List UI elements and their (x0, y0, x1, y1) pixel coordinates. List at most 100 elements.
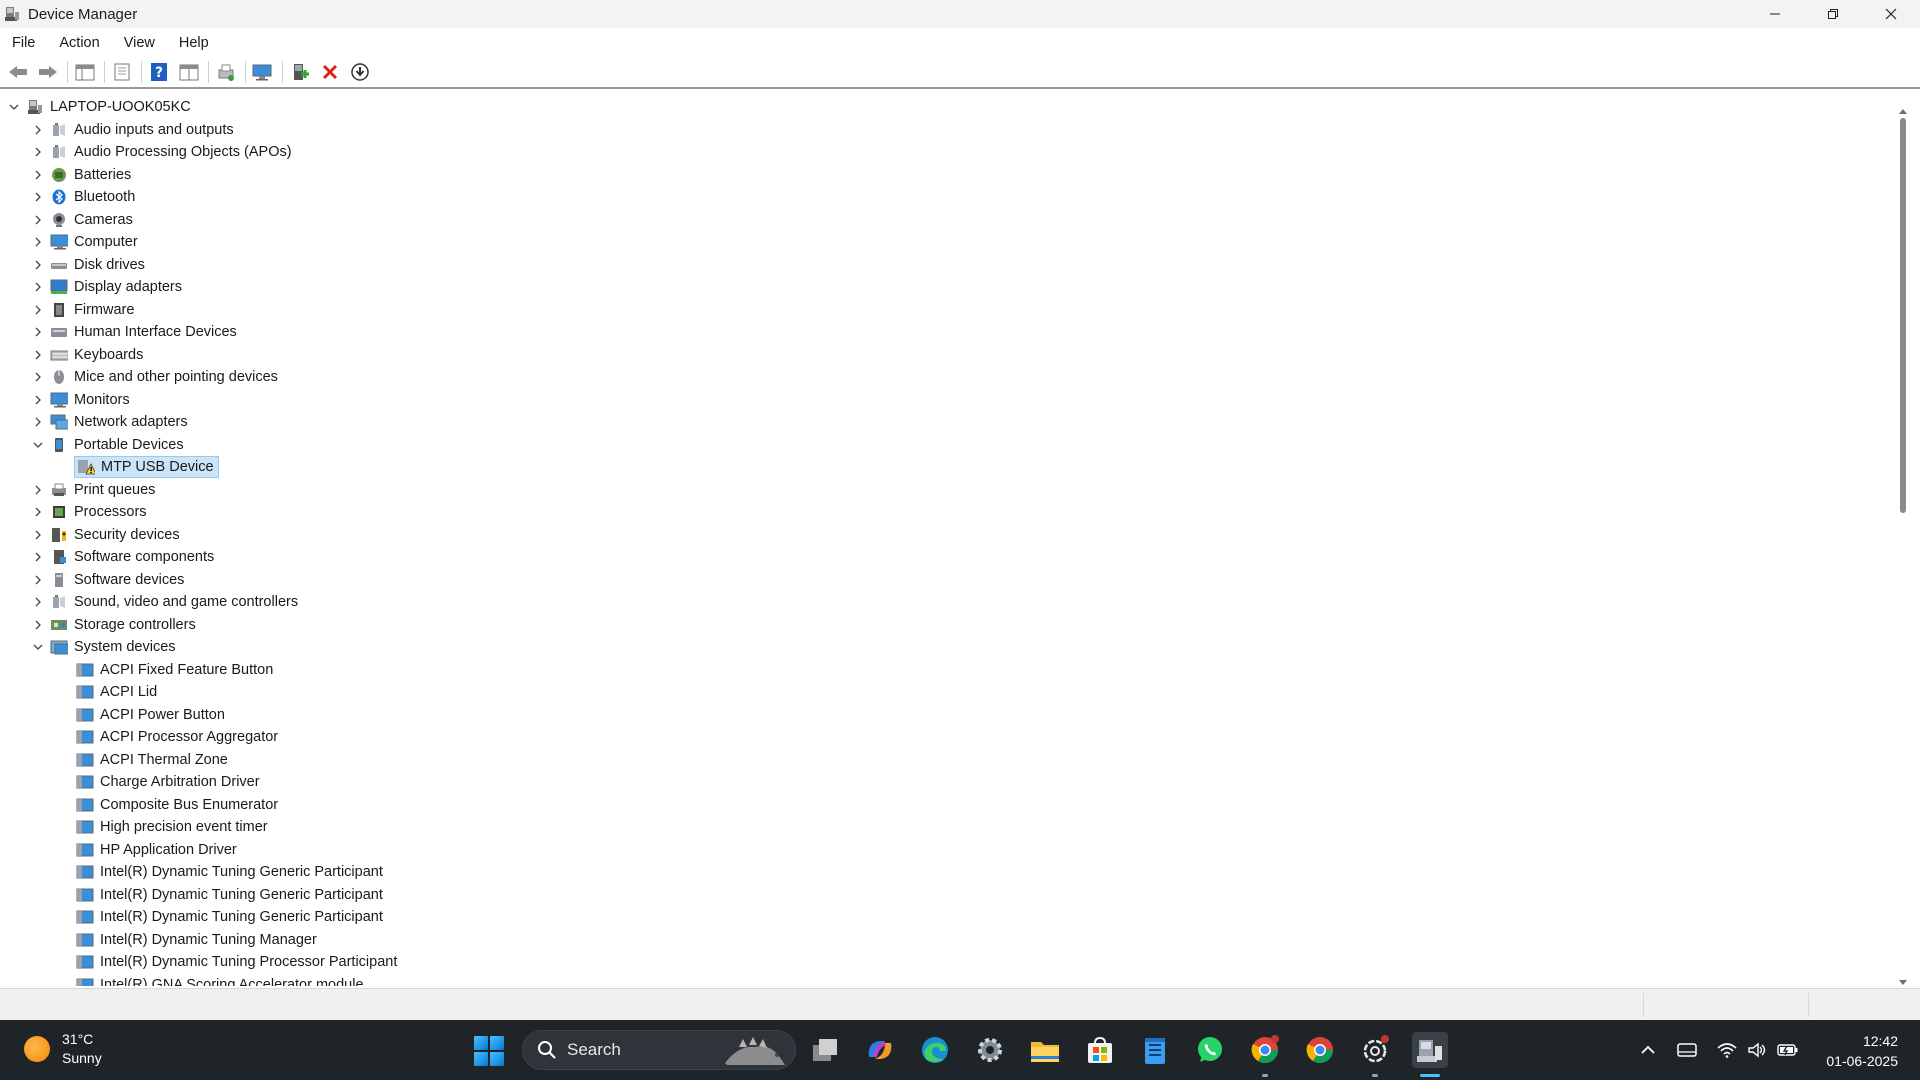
expand-toggle[interactable] (30, 527, 46, 543)
tree-category-keyboards[interactable]: Keyboards (30, 344, 143, 366)
expand-toggle[interactable] (30, 482, 46, 498)
tree-device-intel-r-dynamic-tuning-generic-participant[interactable]: Intel(R) Dynamic Tuning Generic Particip… (76, 884, 383, 906)
tree-category-portable-devices[interactable]: Portable Devices (30, 434, 184, 456)
tree-category-bluetooth[interactable]: Bluetooth (30, 186, 135, 208)
tree-device-intel-r-dynamic-tuning-generic-participant[interactable]: Intel(R) Dynamic Tuning Generic Particip… (76, 906, 383, 928)
uninstall-device-button[interactable] (316, 58, 344, 86)
device-manager-taskbar-button[interactable] (1412, 1032, 1448, 1068)
collapse-toggle[interactable] (6, 99, 22, 115)
scroll-down-icon[interactable] (1899, 974, 1907, 985)
taskbar-search[interactable]: Search (522, 1030, 796, 1070)
expand-toggle[interactable] (30, 302, 46, 318)
tree-device-charge-arbitration-driver[interactable]: Charge Arbitration Driver (76, 771, 260, 793)
tree-category-security-devices[interactable]: Security devices (30, 524, 180, 546)
menu-action[interactable]: Action (47, 35, 111, 51)
edge-button[interactable] (917, 1032, 953, 1068)
selected-item-highlight[interactable]: MTP USB Device (74, 456, 219, 478)
chatgpt-button[interactable] (1357, 1032, 1393, 1068)
expand-toggle[interactable] (30, 144, 46, 160)
tree-device-acpi-lid[interactable]: ACPI Lid (76, 681, 157, 703)
keyboard-layout-button[interactable] (1676, 1038, 1698, 1062)
tree-category-monitors[interactable]: Monitors (30, 389, 130, 411)
properties-button[interactable] (108, 58, 136, 86)
menu-file[interactable]: File (0, 35, 47, 51)
tree-category-cameras[interactable]: Cameras (30, 209, 133, 231)
start-button[interactable] (474, 1036, 504, 1066)
tree-category-software-devices[interactable]: Software devices (30, 569, 184, 591)
expand-toggle[interactable] (30, 414, 46, 430)
volume-button[interactable] (1746, 1038, 1768, 1062)
taskbar-clock[interactable]: 12:42 01-06-2025 (1826, 1031, 1898, 1071)
show-view-button[interactable] (175, 58, 203, 86)
settings-button[interactable] (972, 1032, 1008, 1068)
tree-device-high-precision-event-timer[interactable]: High precision event timer (76, 816, 268, 838)
expand-toggle[interactable] (30, 122, 46, 138)
tree-device-hp-application-driver[interactable]: HP Application Driver (76, 839, 237, 861)
chrome-button-1[interactable] (1247, 1032, 1283, 1068)
tree-category-firmware[interactable]: Firmware (30, 299, 134, 321)
tree-category-audio-inputs-and-outputs[interactable]: Audio inputs and outputs (30, 119, 234, 141)
chrome-button-2[interactable] (1302, 1032, 1338, 1068)
expand-toggle[interactable] (30, 167, 46, 183)
close-button[interactable] (1862, 0, 1920, 28)
tree-category-display-adapters[interactable]: Display adapters (30, 276, 182, 298)
expand-toggle[interactable] (30, 392, 46, 408)
expand-toggle[interactable] (30, 324, 46, 340)
tree-device-mtp-usb-device[interactable]: MTP USB Device (74, 456, 219, 478)
scan-hardware-button[interactable] (249, 58, 277, 86)
expand-toggle[interactable] (30, 369, 46, 385)
collapse-toggle[interactable] (30, 639, 46, 655)
tree-device-acpi-processor-aggregator[interactable]: ACPI Processor Aggregator (76, 726, 278, 748)
weather-widget[interactable]: 31°C Sunny (24, 1030, 102, 1068)
tree-device-intel-r-gna-scoring-accelerator-module[interactable]: Intel(R) GNA Scoring Accelerator module (76, 974, 364, 986)
print-button[interactable] (212, 58, 240, 86)
help-button[interactable]: ? (145, 58, 173, 86)
expand-toggle[interactable] (30, 189, 46, 205)
update-driver-button[interactable] (286, 58, 314, 86)
tree-category-human-interface-devices[interactable]: Human Interface Devices (30, 321, 237, 343)
tree-root[interactable]: LAPTOP-UOOK05KC (6, 96, 191, 118)
tree-category-software-components[interactable]: Software components (30, 546, 214, 568)
tree-category-network-adapters[interactable]: Network adapters (30, 411, 188, 433)
tree-device-intel-r-dynamic-tuning-manager[interactable]: Intel(R) Dynamic Tuning Manager (76, 929, 317, 951)
vertical-scrollbar[interactable] (1900, 118, 1906, 513)
expand-toggle[interactable] (30, 279, 46, 295)
tree-category-sound-video-and-game-controllers[interactable]: Sound, video and game controllers (30, 591, 298, 613)
tree-category-disk-drives[interactable]: Disk drives (30, 254, 145, 276)
tree-category-processors[interactable]: Processors (30, 501, 147, 523)
expand-toggle[interactable] (30, 572, 46, 588)
expand-toggle[interactable] (30, 617, 46, 633)
expand-toggle[interactable] (30, 347, 46, 363)
menu-help[interactable]: Help (167, 35, 221, 51)
expand-toggle[interactable] (30, 549, 46, 565)
tree-category-mice-and-other-pointing-devices[interactable]: Mice and other pointing devices (30, 366, 278, 388)
tree-device-intel-r-dynamic-tuning-generic-participant[interactable]: Intel(R) Dynamic Tuning Generic Particip… (76, 861, 383, 883)
tree-category-print-queues[interactable]: Print queues (30, 479, 155, 501)
tree-device-acpi-fixed-feature-button[interactable]: ACPI Fixed Feature Button (76, 659, 273, 681)
restore-button[interactable] (1804, 0, 1862, 28)
tree-category-storage-controllers[interactable]: Storage controllers (30, 614, 196, 636)
battery-button[interactable] (1776, 1038, 1800, 1062)
tree-category-audio-processing-objects-apos[interactable]: Audio Processing Objects (APOs) (30, 141, 292, 163)
show-hide-console-tree-button[interactable] (71, 58, 99, 86)
expand-toggle[interactable] (30, 594, 46, 610)
enable-device-button[interactable] (346, 58, 374, 86)
expand-toggle[interactable] (30, 234, 46, 250)
tree-category-batteries[interactable]: Batteries (30, 164, 131, 186)
back-button[interactable] (4, 58, 32, 86)
forward-button[interactable] (34, 58, 62, 86)
collapse-toggle[interactable] (30, 437, 46, 453)
file-explorer-button[interactable] (1027, 1032, 1063, 1068)
expand-toggle[interactable] (30, 212, 46, 228)
tree-device-intel-r-dynamic-tuning-processor-participant[interactable]: Intel(R) Dynamic Tuning Processor Partic… (76, 951, 397, 973)
tree-category-system-devices[interactable]: System devices (30, 636, 176, 658)
tree-category-computer[interactable]: Computer (30, 231, 138, 253)
menu-view[interactable]: View (112, 35, 167, 51)
microsoft-store-button[interactable] (1082, 1032, 1118, 1068)
wifi-button[interactable] (1716, 1038, 1738, 1062)
expand-toggle[interactable] (30, 257, 46, 273)
tree-device-acpi-power-button[interactable]: ACPI Power Button (76, 704, 225, 726)
show-hidden-icons-button[interactable] (1638, 1038, 1658, 1062)
copilot-button[interactable] (862, 1032, 898, 1068)
whatsapp-button[interactable] (1192, 1032, 1228, 1068)
